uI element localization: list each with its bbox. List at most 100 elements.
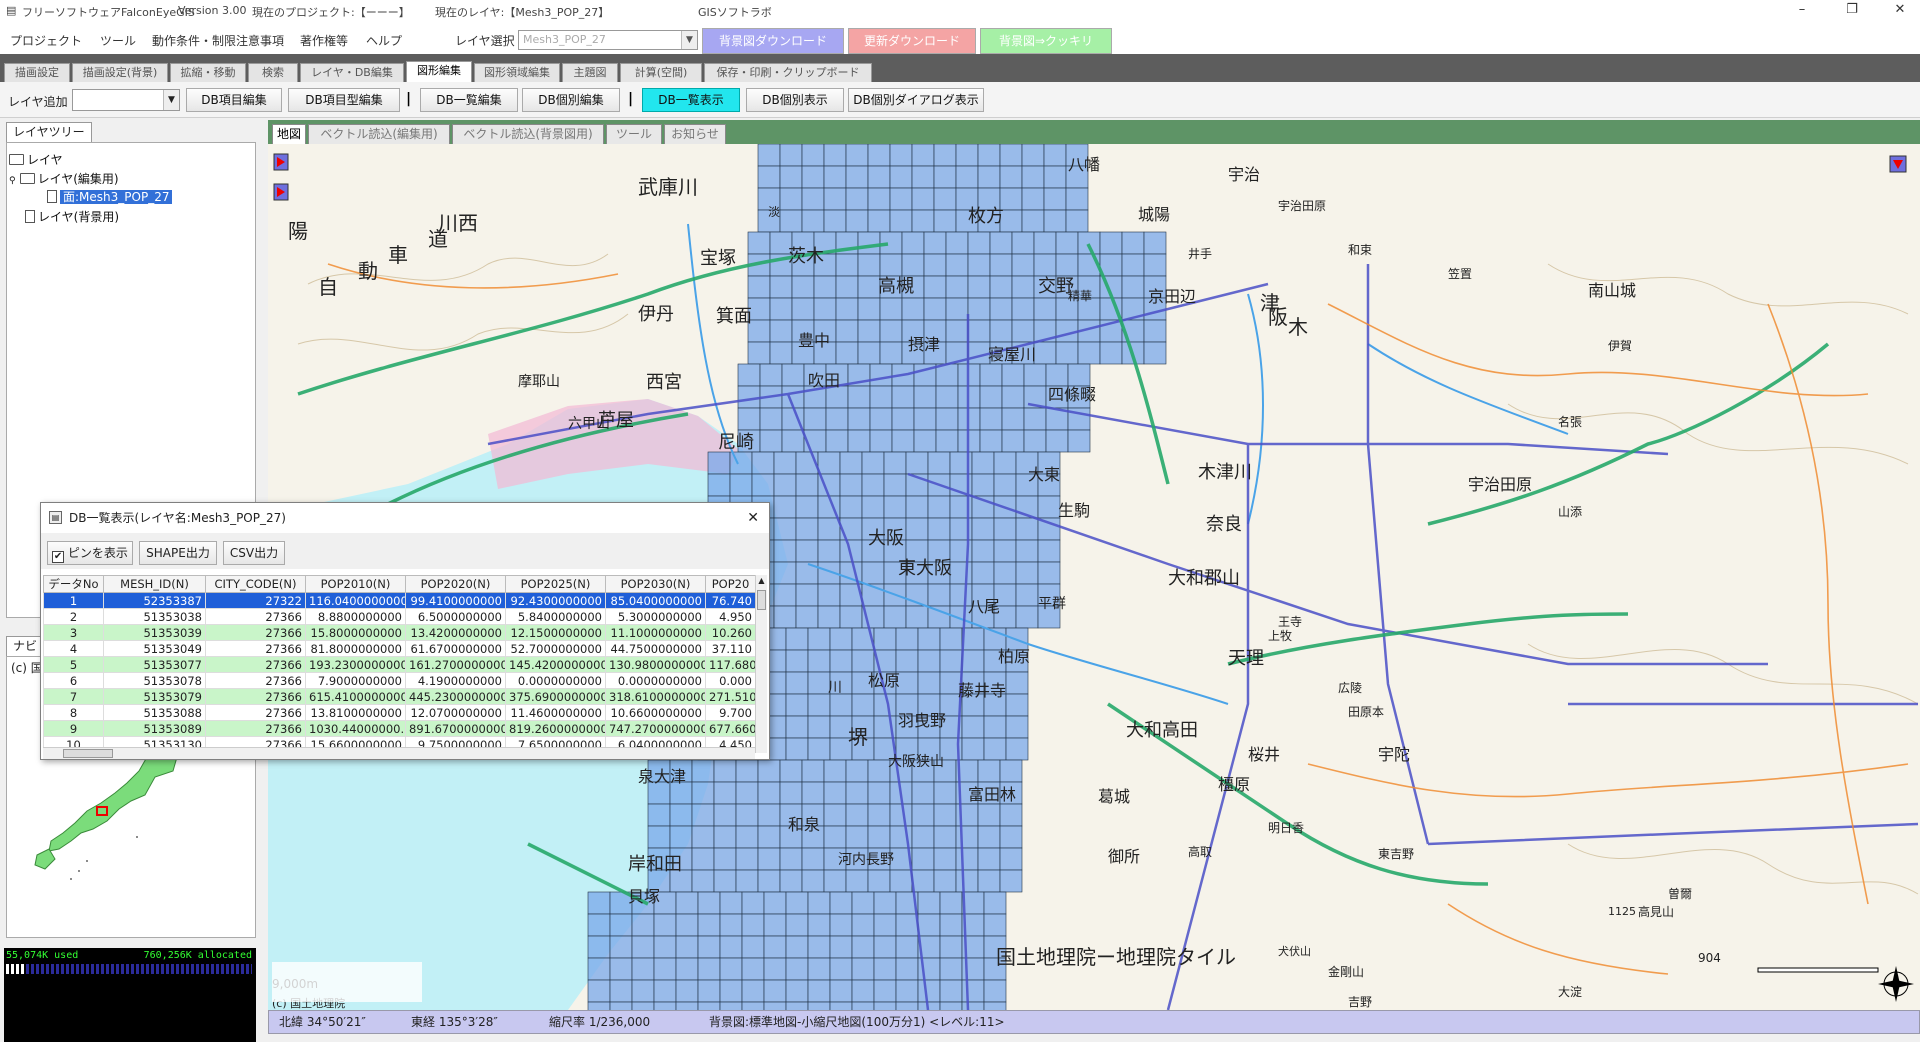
mesh-cell[interactable] bbox=[889, 869, 913, 893]
mesh-cell[interactable] bbox=[807, 649, 831, 673]
mesh-cell[interactable] bbox=[955, 847, 979, 871]
mesh-cell[interactable] bbox=[857, 319, 881, 343]
mesh-cell[interactable] bbox=[967, 253, 991, 277]
db-item-type-edit-button[interactable]: DB項目型編集 bbox=[288, 88, 400, 112]
mesh-cell[interactable] bbox=[759, 363, 783, 387]
mesh-cell[interactable] bbox=[779, 165, 803, 189]
mesh-cell[interactable] bbox=[609, 935, 633, 959]
mesh-cell[interactable] bbox=[719, 957, 743, 981]
menu-help[interactable]: ヘルプ bbox=[366, 32, 402, 49]
mesh-cell[interactable] bbox=[1037, 561, 1061, 585]
mesh-cell[interactable] bbox=[933, 825, 957, 849]
mesh-cell[interactable] bbox=[751, 473, 775, 497]
mesh-cell[interactable] bbox=[587, 979, 611, 1003]
mesh-cell[interactable] bbox=[845, 781, 869, 805]
show-pin-toggle[interactable]: ✔ ピンを表示 bbox=[47, 541, 133, 565]
mesh-cell[interactable] bbox=[927, 583, 951, 607]
mesh-cell[interactable] bbox=[1023, 363, 1047, 387]
tree-bg-group[interactable]: レイヤ(背景用) bbox=[25, 208, 119, 225]
csv-export-button[interactable]: CSV出力 bbox=[223, 541, 285, 565]
table-row[interactable]: 1 52353387 27322 116.0400000000 99.410000000… bbox=[43, 592, 756, 609]
mesh-cell[interactable] bbox=[911, 781, 935, 805]
mesh-cell[interactable] bbox=[653, 957, 677, 981]
mesh-cell[interactable] bbox=[587, 891, 611, 915]
mesh-cell[interactable] bbox=[867, 781, 891, 805]
mesh-cell[interactable] bbox=[1021, 187, 1045, 211]
mesh-cell[interactable] bbox=[691, 781, 715, 805]
mesh-cell[interactable] bbox=[993, 473, 1017, 497]
mesh-cell[interactable] bbox=[773, 451, 797, 475]
mesh-cell[interactable] bbox=[769, 297, 793, 321]
mesh-cell[interactable] bbox=[631, 935, 655, 959]
mesh-cell[interactable] bbox=[839, 605, 863, 629]
table-row[interactable]: 7 51353079 27366 615.4100000000 445.23000000… bbox=[43, 688, 756, 705]
mesh-cell[interactable] bbox=[825, 429, 849, 453]
mesh-cell[interactable] bbox=[851, 979, 875, 1003]
mesh-cell[interactable] bbox=[917, 979, 941, 1003]
mesh-cell[interactable] bbox=[697, 1001, 721, 1010]
mesh-cell[interactable] bbox=[869, 407, 893, 431]
mesh-cell[interactable] bbox=[1015, 517, 1039, 541]
mesh-cell[interactable] bbox=[609, 1001, 633, 1010]
mesh-cell[interactable] bbox=[939, 913, 963, 937]
mesh-cell[interactable] bbox=[1043, 187, 1067, 211]
mesh-cell[interactable] bbox=[587, 913, 611, 937]
mesh-cell[interactable] bbox=[1077, 341, 1101, 365]
tab-map-tools[interactable]: ツール bbox=[606, 124, 662, 144]
mesh-cell[interactable] bbox=[835, 319, 859, 343]
mesh-cell[interactable] bbox=[823, 803, 847, 827]
mesh-cell[interactable] bbox=[737, 407, 761, 431]
scroll-thumb[interactable] bbox=[63, 749, 113, 758]
mesh-cell[interactable] bbox=[935, 385, 959, 409]
mesh-cell[interactable] bbox=[829, 979, 853, 1003]
mesh-cell[interactable] bbox=[1037, 539, 1061, 563]
mesh-cell[interactable] bbox=[763, 1001, 787, 1010]
mesh-cell[interactable] bbox=[933, 803, 957, 827]
scroll-thumb[interactable] bbox=[757, 590, 766, 610]
mesh-cell[interactable] bbox=[873, 693, 897, 717]
mesh-cell[interactable] bbox=[785, 935, 809, 959]
mesh-cell[interactable] bbox=[835, 253, 859, 277]
mesh-cell[interactable] bbox=[773, 561, 797, 585]
table-row[interactable]: 5 51353077 27366 193.2300000000 161.27000000… bbox=[43, 656, 756, 673]
mesh-cell[interactable] bbox=[781, 429, 805, 453]
mesh-cell[interactable] bbox=[1023, 407, 1047, 431]
column-header[interactable]: CITY_CODE(N) bbox=[205, 575, 306, 593]
mesh-cell[interactable] bbox=[741, 1001, 765, 1010]
mesh-cell[interactable] bbox=[785, 913, 809, 937]
layer-select-dropdown[interactable]: Mesh3_POP_27 ▼ bbox=[518, 30, 698, 50]
mesh-cell[interactable] bbox=[999, 825, 1023, 849]
mesh-cell[interactable] bbox=[967, 231, 991, 255]
mesh-cell[interactable] bbox=[653, 935, 677, 959]
mesh-cell[interactable] bbox=[869, 363, 893, 387]
tree-root[interactable]: レイヤ bbox=[9, 151, 63, 168]
mesh-cell[interactable] bbox=[857, 297, 881, 321]
mesh-cell[interactable] bbox=[803, 407, 827, 431]
mesh-cell[interactable] bbox=[823, 187, 847, 211]
tab-shape-area-edit[interactable]: 図形領域編集 bbox=[474, 63, 560, 82]
menu-copyright[interactable]: 著作権等 bbox=[300, 32, 348, 49]
mesh-cell[interactable] bbox=[955, 825, 979, 849]
mesh-cell[interactable] bbox=[757, 803, 781, 827]
mesh-cell[interactable] bbox=[861, 561, 885, 585]
mesh-cell[interactable] bbox=[917, 671, 941, 695]
mesh-cell[interactable] bbox=[719, 913, 743, 937]
mesh-cell[interactable] bbox=[773, 473, 797, 497]
mesh-cell[interactable] bbox=[1033, 253, 1057, 277]
mesh-cell[interactable] bbox=[999, 759, 1023, 783]
mesh-cell[interactable] bbox=[873, 935, 897, 959]
mesh-cell[interactable] bbox=[891, 429, 915, 453]
mesh-cell[interactable] bbox=[911, 847, 935, 871]
mesh-cell[interactable] bbox=[867, 803, 891, 827]
mesh-cell[interactable] bbox=[1043, 209, 1067, 233]
table-row[interactable]: 8 51353088 27366 13.8100000000 12.0700000000… bbox=[43, 704, 756, 721]
mesh-cell[interactable] bbox=[1065, 209, 1089, 233]
mesh-cell[interactable] bbox=[829, 1001, 853, 1010]
tab-zoom-move[interactable]: 拡縮・移動 bbox=[170, 63, 246, 82]
mesh-cell[interactable] bbox=[781, 363, 805, 387]
mesh-cell[interactable] bbox=[653, 1001, 677, 1010]
mesh-cell[interactable] bbox=[889, 187, 913, 211]
mesh-cell[interactable] bbox=[769, 341, 793, 365]
tab-layer-db-edit[interactable]: レイヤ・DB編集 bbox=[300, 63, 404, 82]
column-header[interactable]: POP2010(N) bbox=[305, 575, 406, 593]
